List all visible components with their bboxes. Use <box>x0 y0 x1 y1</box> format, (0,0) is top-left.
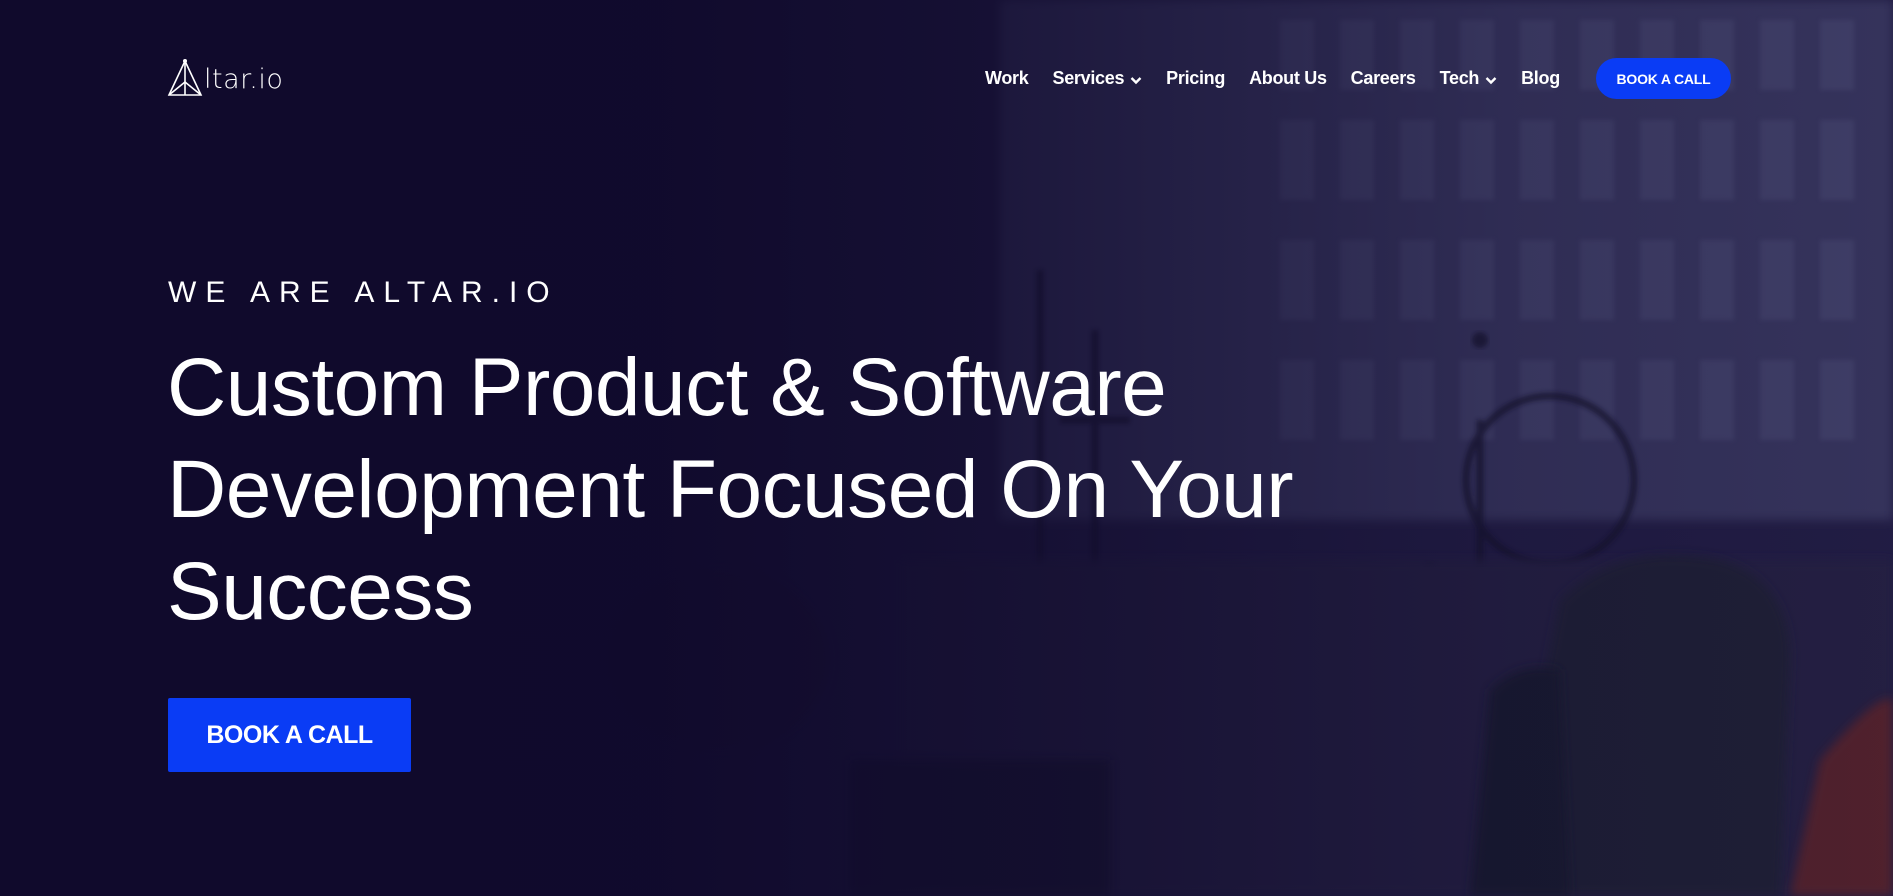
header-book-a-call-button[interactable]: BOOK A CALL <box>1596 58 1731 99</box>
nav-item-careers[interactable]: Careers <box>1351 68 1416 89</box>
nav-item-label: Work <box>985 67 1029 88</box>
main-navigation: Work Services Pricing About Us Careers T… <box>985 58 1584 98</box>
nav-item-label: Tech <box>1439 67 1480 88</box>
hero-headline: Custom Product & Software Development Fo… <box>167 337 1417 643</box>
triangle-a-logo-icon <box>167 59 203 96</box>
nav-item-label: Services <box>1052 67 1125 88</box>
hero-headline-line: Custom Product & Software <box>167 342 1167 433</box>
hero-eyebrow: WE ARE ALTAR.IO <box>168 276 559 309</box>
nav-item-tech[interactable]: Tech <box>1440 66 1497 90</box>
nav-item-work[interactable]: Work <box>985 67 1029 89</box>
hero-book-a-call-button[interactable]: BOOK A CALL <box>168 698 411 772</box>
nav-item-pricing[interactable]: Pricing <box>1166 68 1225 89</box>
nav-item-blog[interactable]: Blog <box>1521 68 1560 89</box>
site-logo[interactable]: ltar.io <box>167 58 283 98</box>
chevron-down-icon <box>1485 69 1497 90</box>
nav-item-services[interactable]: Services <box>1052 66 1142 90</box>
nav-item-label: About Us <box>1249 67 1327 88</box>
hero-headline-line: Development Focused On Your <box>167 444 1294 535</box>
hero-headline-line: Success <box>167 546 474 637</box>
nav-item-label: Careers <box>1350 67 1416 88</box>
chevron-down-icon <box>1130 69 1142 90</box>
nav-item-about-us[interactable]: About Us <box>1249 68 1327 89</box>
hero-section: ltar.io Work Services Pricing About Us C… <box>0 0 1893 896</box>
logo-text: ltar.io <box>204 64 284 95</box>
nav-item-label: Pricing <box>1166 67 1226 88</box>
site-header: ltar.io Work Services Pricing About Us C… <box>0 0 1893 155</box>
nav-item-label: Blog <box>1521 67 1560 88</box>
